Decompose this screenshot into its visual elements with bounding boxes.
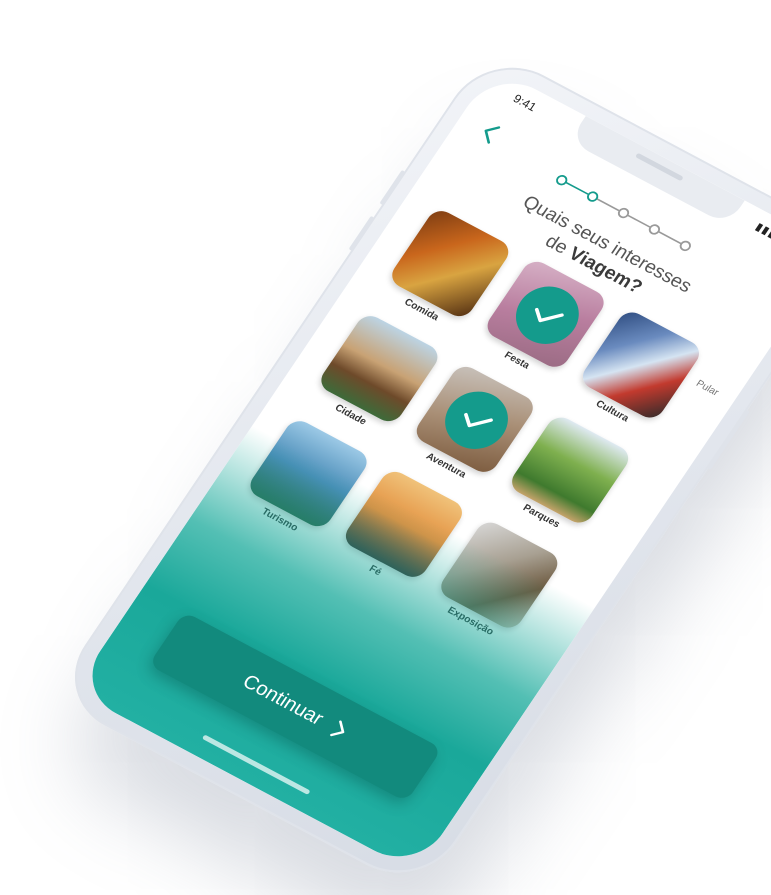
step-dot [586, 191, 599, 202]
chevron-right-icon [330, 720, 345, 737]
step-dot [679, 240, 691, 252]
status-time: 9:41 [510, 91, 540, 115]
step-connector [658, 231, 682, 245]
phone-device: 9:41 ▮▮▮ ◠ ▬ Pular Quais seus interesses… [50, 46, 771, 894]
step-connector [596, 198, 620, 212]
step-connector [565, 181, 589, 195]
step-connector [627, 214, 651, 228]
status-icons: ▮▮▮ ◠ ▬ [753, 220, 771, 255]
step-dot [617, 207, 630, 219]
step-dot [556, 175, 568, 186]
step-dot [648, 224, 661, 235]
back-icon[interactable] [475, 118, 506, 147]
